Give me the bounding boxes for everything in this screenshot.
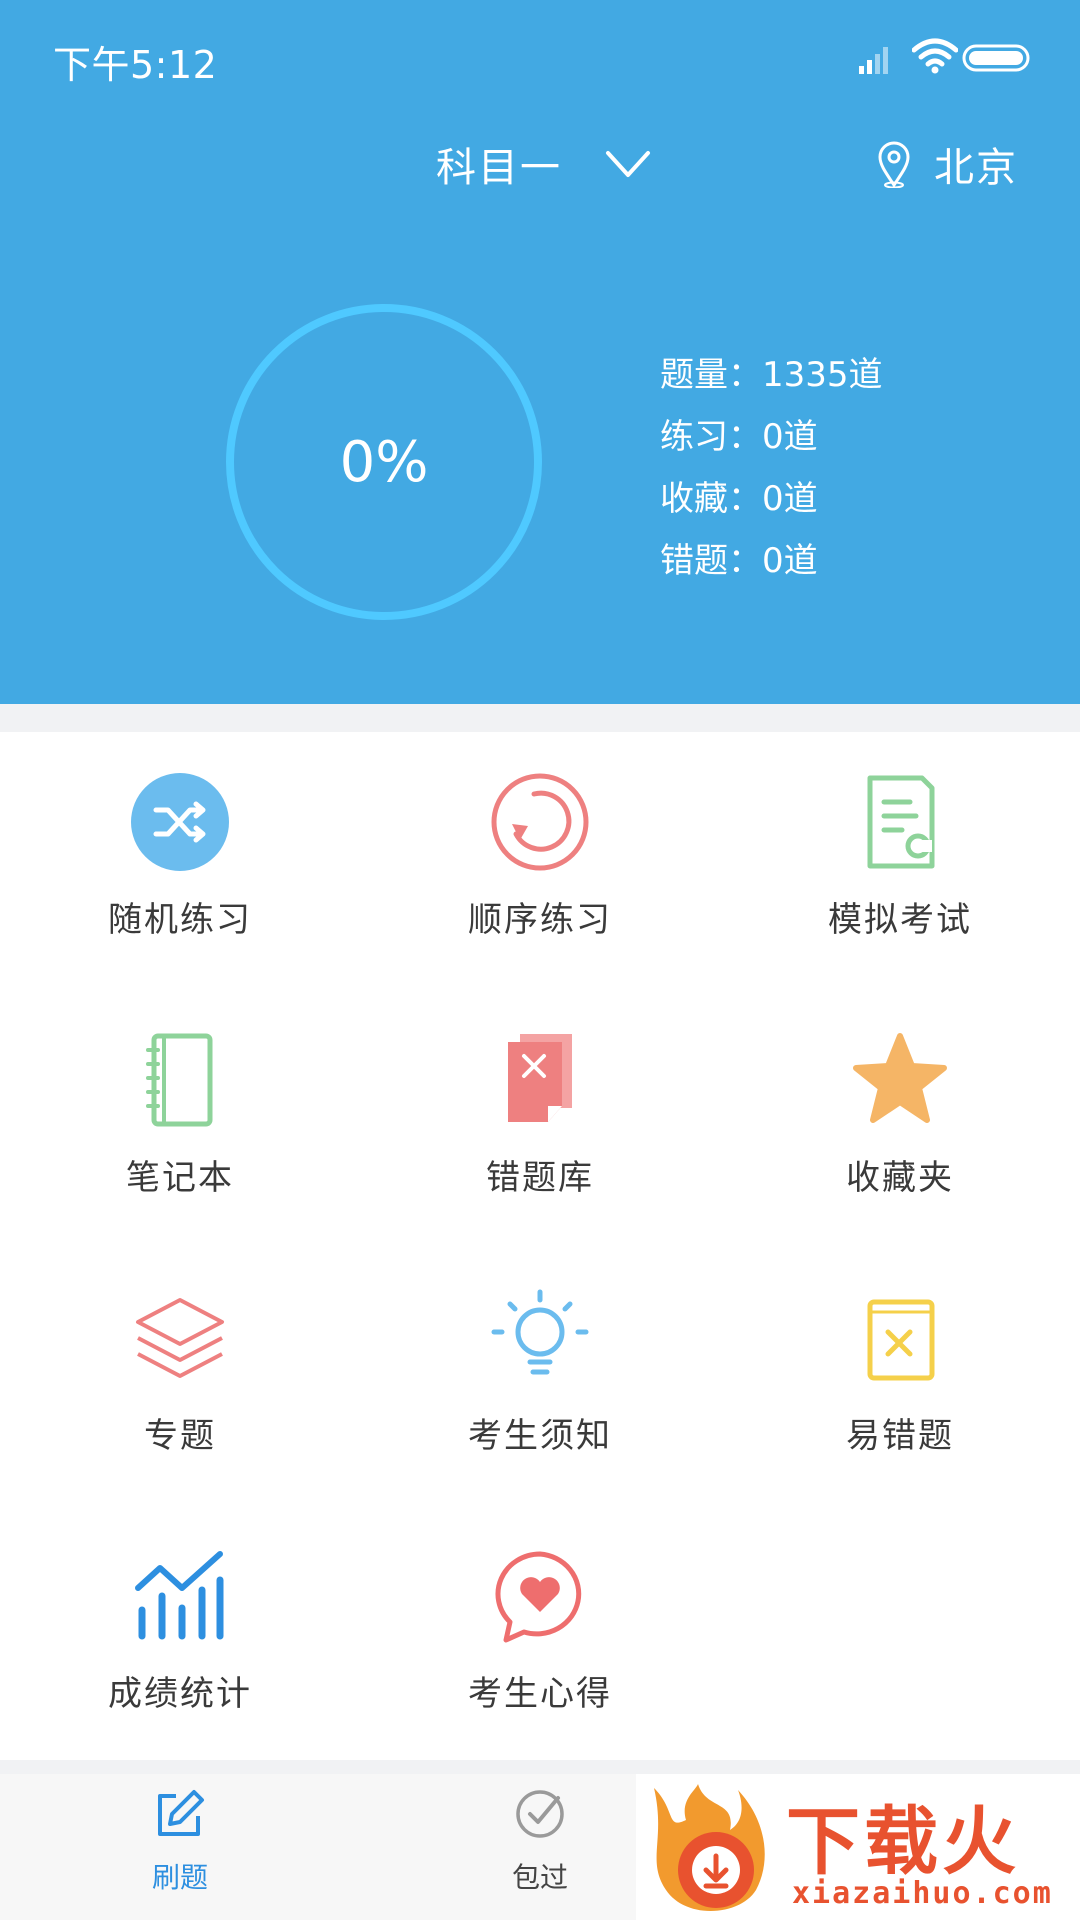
chart-icon <box>135 1551 224 1640</box>
exam-paper-icon <box>867 775 935 869</box>
stats-list: 题量：1335道 练习：0道 收藏：0道 错题：0道 <box>660 344 883 592</box>
heart-chat-icon <box>495 1551 582 1643</box>
watermark: 下载火 xiazaihuo.com <box>636 1774 1080 1920</box>
subject-selector[interactable]: 科目一 <box>436 134 652 194</box>
grid-item-wrong-question-bank[interactable]: 错题库 <box>360 990 720 1248</box>
grid-item-label: 专题 <box>144 1416 216 1456</box>
error-book-icon <box>867 1299 935 1381</box>
battery-icon <box>962 44 1030 72</box>
grid-item-exam-notice[interactable]: 考生须知 <box>360 1248 720 1506</box>
stat-value: 1335道 <box>762 355 883 395</box>
lightbulb-icon <box>491 1289 589 1375</box>
grid-item-mock-exam[interactable]: 模拟考试 <box>720 732 1080 990</box>
grid-item-favorites[interactable]: 收藏夹 <box>720 990 1080 1248</box>
progress-ring: 0% <box>224 302 544 622</box>
stat-row-practiced: 练习：0道 <box>660 417 818 457</box>
edit-icon <box>158 1790 204 1836</box>
grid-item-score-stats[interactable]: 成绩统计 <box>0 1506 360 1764</box>
separator <box>0 704 1080 732</box>
stat-label: 收藏 <box>660 479 728 519</box>
flame-logo-icon <box>654 1784 765 1912</box>
star-icon <box>853 1033 947 1123</box>
location-label: 北京 <box>934 145 1018 191</box>
grid-item-label: 易错题 <box>846 1416 954 1456</box>
separator <box>0 1760 1080 1774</box>
grid-item-label: 成绩统计 <box>108 1674 252 1714</box>
grid-item-error-prone[interactable]: 易错题 <box>720 1248 1080 1506</box>
stat-label: 错题 <box>660 541 728 581</box>
check-circle-icon <box>516 1790 564 1838</box>
grid-item-label: 随机练习 <box>108 900 252 940</box>
shuffle-icon <box>131 773 229 871</box>
sequence-icon <box>491 773 589 871</box>
location-pin-icon <box>878 141 910 188</box>
grid-item-label: 错题库 <box>486 1158 594 1198</box>
stat-row-favorites: 收藏：0道 <box>660 479 818 519</box>
layers-icon <box>136 1298 224 1378</box>
wrong-questions-icon <box>508 1034 572 1122</box>
notebook-icon <box>146 1033 213 1127</box>
wifi-icon <box>912 38 958 74</box>
watermark-url: xiazaihuo.com <box>792 1876 1053 1911</box>
stat-row-total: 题量：1335道 <box>660 355 883 395</box>
tab-practice[interactable]: 刷题 <box>0 1774 360 1920</box>
stat-value: 0道 <box>762 541 818 581</box>
signal-icon <box>859 47 888 74</box>
grid-item-label: 模拟考试 <box>828 900 972 940</box>
header: 下午5:12 科目一 北京 0% 题量：1335道 练习：0道 收藏：0道 错题… <box>0 0 1080 704</box>
stat-row-wrong: 错题：0道 <box>660 541 818 581</box>
progress-value: 0% <box>339 429 429 495</box>
stat-value: 0道 <box>762 417 818 457</box>
grid-item-topics[interactable]: 专题 <box>0 1248 360 1506</box>
grid-item-notebook[interactable]: 笔记本 <box>0 990 360 1248</box>
grid-item-label: 笔记本 <box>126 1158 234 1198</box>
grid-item-label: 考生心得 <box>468 1674 612 1714</box>
app-screen: 下午5:12 科目一 北京 0% 题量：1335道 练习：0道 收藏：0道 错题… <box>0 0 1080 1920</box>
location-selector[interactable]: 北京 <box>876 134 1018 194</box>
grid-item-label: 收藏夹 <box>846 1158 954 1198</box>
watermark-title: 下载火 <box>786 1799 1020 1885</box>
tab-label: 刷题 <box>151 1861 208 1894</box>
subject-label: 科目一 <box>436 145 562 191</box>
status-time: 下午5:12 <box>53 43 218 87</box>
stat-value: 0道 <box>762 479 818 519</box>
grid-item-random-practice[interactable]: 随机练习 <box>0 732 360 990</box>
chevron-down-icon <box>606 151 650 177</box>
grid-item-label: 顺序练习 <box>468 900 612 940</box>
stat-label: 题量 <box>660 355 728 395</box>
grid-item-label: 考生须知 <box>468 1416 612 1456</box>
grid-item-sequential-practice[interactable]: 顺序练习 <box>360 732 720 990</box>
stat-label: 练习 <box>660 417 728 457</box>
grid-item-experience[interactable]: 考生心得 <box>360 1506 720 1764</box>
feature-grid: 随机练习 顺序练习 模拟考试 笔记本 错题库 收藏夹 专题 考生须知 易错题 成… <box>0 732 1080 1760</box>
